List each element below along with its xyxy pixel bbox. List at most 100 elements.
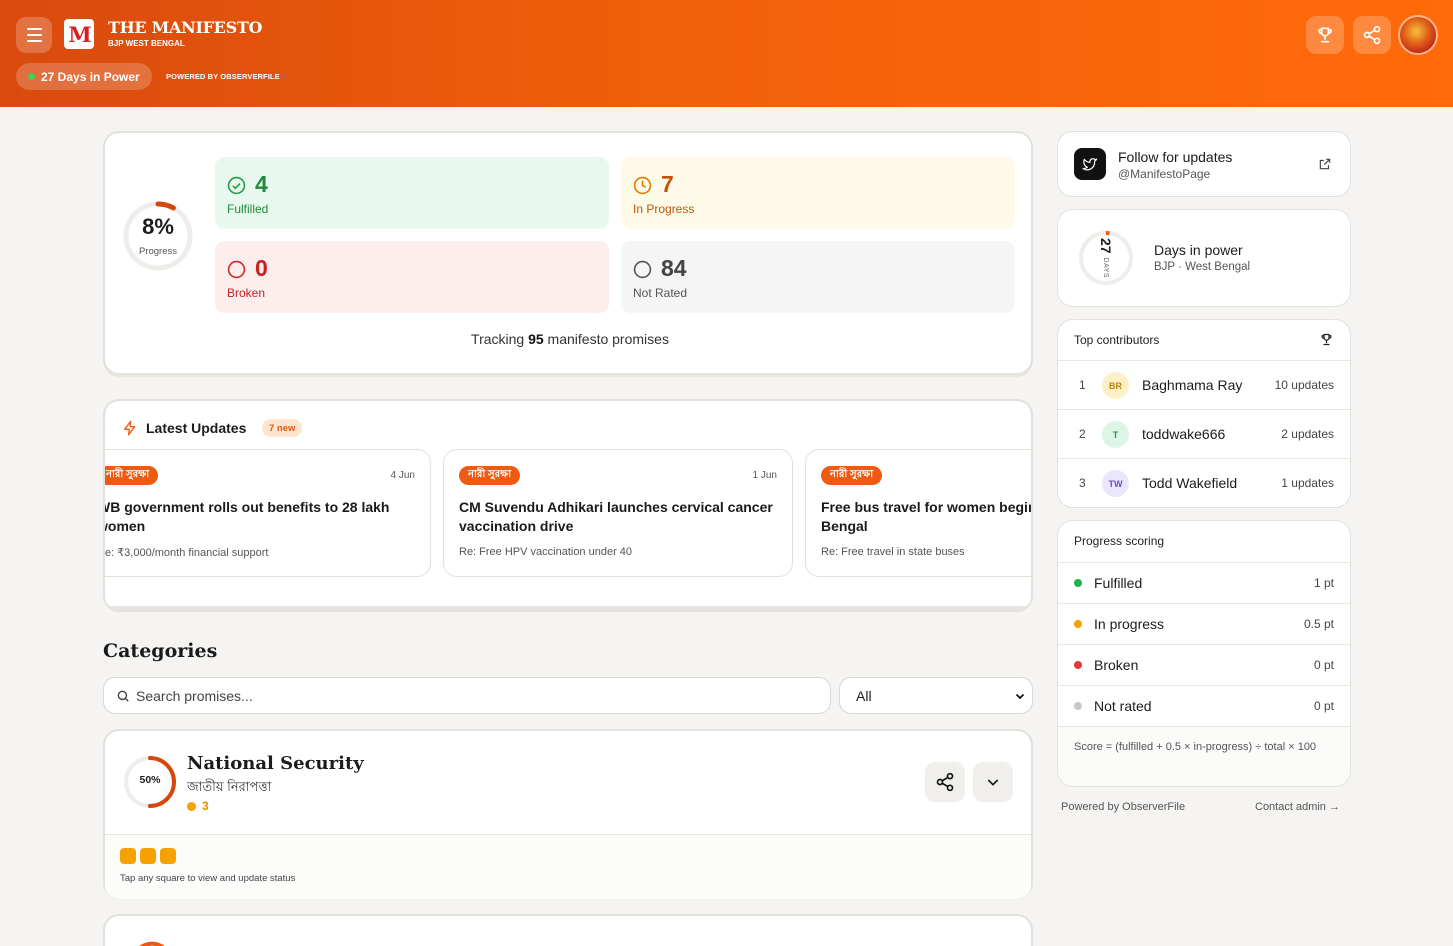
contributor-updates: 1 updates: [1281, 476, 1334, 490]
follow-handle: @ManifestoPage: [1118, 167, 1211, 181]
overall-progress-value: 8%: [142, 214, 174, 239]
status-dot-icon: [1074, 620, 1082, 628]
update-reference: Re: ₹3,000/month financial support: [105, 547, 269, 559]
contact-admin-link[interactable]: Contact admin →: [1255, 801, 1340, 813]
category-progress-ring: 50%: [123, 755, 177, 809]
clock-icon: [633, 176, 652, 195]
days-number: 27: [1098, 237, 1114, 254]
search-icon: [117, 690, 129, 702]
powered-by-label: POWERED BY OBSERVERFILE: [166, 72, 280, 81]
contributor-name: toddwake666: [1142, 426, 1226, 442]
promise-square[interactable]: [140, 848, 156, 864]
stat-broken[interactable]: 0 Broken: [215, 241, 609, 313]
share-button[interactable]: [1353, 16, 1391, 54]
scoring-formula: Score = (fulfilled + 0.5 × in-progress) …: [1074, 741, 1317, 753]
category-name: National Security: [187, 753, 364, 774]
fulfilled-count: 4: [255, 171, 268, 197]
broken-label: Broken: [227, 286, 266, 300]
update-headline: WB government rolls out benefits to 28 l…: [105, 499, 390, 534]
scoring-points: 1 pt: [1313, 576, 1334, 590]
scoring-points: 0 pt: [1313, 658, 1334, 672]
scoring-row: Fulfilled 1 pt: [1058, 562, 1350, 603]
scoring-points: 0.5 pt: [1303, 617, 1334, 631]
category-tag: নারী সুরক্ষা: [821, 466, 883, 485]
days-subtitle: BJP · West Bengal: [1154, 261, 1251, 273]
stat-not-rated[interactable]: 84 Not Rated: [621, 241, 1015, 313]
brand-logo[interactable]: M: [64, 19, 94, 49]
promise-squares-hint: Tap any square to view and update status: [120, 873, 296, 884]
avatar: BR: [1102, 372, 1129, 399]
update-headline: CM Suvendu Adhikari launches cervical ca…: [459, 499, 773, 534]
follow-updates-card[interactable]: Follow for updates @ManifestoPage: [1057, 131, 1351, 197]
overall-progress-label: Progress: [138, 246, 177, 257]
contributor-rank: 3: [1079, 476, 1086, 490]
scoring-status: Not rated: [1094, 698, 1152, 714]
scoring-points: 0 pt: [1313, 699, 1334, 713]
category-tag: নারী সুরক্ষা: [105, 466, 159, 485]
update-headline: Free bus travel for women begins across …: [821, 499, 1031, 534]
category-card-partial: [103, 914, 1033, 946]
circle-icon: [633, 260, 652, 279]
category-progress-value: 50%: [139, 774, 161, 786]
latest-updates-card: Latest Updates 7 new নারী সুরক্ষা 4 Jun …: [103, 399, 1033, 612]
avatar: TW: [1102, 470, 1129, 497]
contributor-name: Baghmama Ray: [1142, 377, 1243, 393]
stat-fulfilled[interactable]: 4 Fulfilled: [215, 157, 609, 229]
powered-by-link[interactable]: Powered by ObserverFile: [1061, 801, 1185, 813]
in-progress-count: 7: [661, 171, 674, 197]
update-card[interactable]: নারী সুরক্ষা 1 Jun CM Suvendu Adhikari l…: [443, 449, 793, 577]
promise-square[interactable]: [120, 848, 136, 864]
category-progress-ring: [138, 941, 165, 946]
broken-count: 0: [255, 255, 268, 281]
update-card[interactable]: নারী সুরক্ষা 4 Jun WB government rolls o…: [105, 449, 431, 577]
days-in-power-pill: 27 Days in Power: [16, 63, 152, 90]
brand-subtitle: BJP WEST BENGAL: [108, 39, 185, 48]
scoring-status: Fulfilled: [1094, 575, 1143, 591]
lightning-icon: [124, 420, 136, 436]
contributors-title: Top contributors: [1074, 333, 1160, 347]
promise-square[interactable]: [160, 848, 176, 864]
search-box[interactable]: [103, 677, 831, 714]
contributor-row[interactable]: 3 TW Todd Wakefield 1 updates: [1058, 458, 1350, 507]
update-card[interactable]: নারী সুরক্ষা Free bus travel for women b…: [805, 449, 1031, 577]
user-avatar[interactable]: [1398, 15, 1438, 55]
circle-icon: [227, 260, 246, 279]
status-filter-select[interactable]: All: [839, 677, 1033, 714]
in-progress-label: In Progress: [633, 202, 695, 216]
trophy-icon: [1318, 27, 1332, 43]
category-card-national-security: 50% National Security জাতীয় নিরাপত্তা 3…: [103, 729, 1033, 899]
new-updates-badge: 7 new: [262, 419, 303, 437]
check-circle-icon: [227, 176, 246, 195]
days-title: Days in power: [1154, 242, 1243, 258]
scoring-row: Broken 0 pt: [1058, 644, 1350, 685]
share-icon: [936, 772, 954, 792]
menu-icon: [26, 28, 42, 30]
status-dot-icon: [187, 801, 196, 811]
category-expand-button[interactable]: [973, 762, 1013, 802]
share-icon: [1363, 25, 1381, 45]
status-dot-icon: [1074, 702, 1082, 710]
search-input[interactable]: [136, 678, 816, 713]
contributor-rank: 1: [1079, 378, 1086, 392]
days-in-power-card: 27 DAYS Days in power BJP · West Bengal: [1057, 209, 1351, 307]
fulfilled-label: Fulfilled: [227, 202, 269, 216]
category-promise-count: 3: [187, 799, 209, 813]
stat-in-progress[interactable]: 7 In Progress: [621, 157, 1015, 229]
days-unit: DAYS: [1102, 257, 1110, 279]
scoring-row: In progress 0.5 pt: [1058, 603, 1350, 644]
progress-summary-card: 8% Progress 4 Fulfilled 7 In Progress 0 …: [103, 131, 1033, 375]
app-header: M THE MANIFESTO BJP WEST BENGAL 27 Days …: [0, 0, 1453, 107]
contributor-row[interactable]: 1 BR Baghmama Ray 10 updates: [1058, 360, 1350, 409]
contributor-row[interactable]: 2 T toddwake666 2 updates: [1058, 409, 1350, 458]
carousel-scrollbar[interactable]: [105, 606, 1031, 610]
contributor-name: Todd Wakefield: [1142, 475, 1238, 491]
external-link-icon: [1319, 158, 1331, 170]
chevron-down-icon: [1015, 693, 1025, 700]
updates-carousel[interactable]: নারী সুরক্ষা 4 Jun WB government rolls o…: [105, 449, 1031, 579]
menu-button[interactable]: [16, 17, 52, 53]
category-share-button[interactable]: [925, 762, 965, 802]
not-rated-count: 84: [661, 255, 687, 281]
latest-updates-title: Latest Updates: [146, 420, 247, 436]
leaderboard-button[interactable]: [1306, 16, 1344, 54]
status-filter-value: All: [856, 688, 872, 704]
